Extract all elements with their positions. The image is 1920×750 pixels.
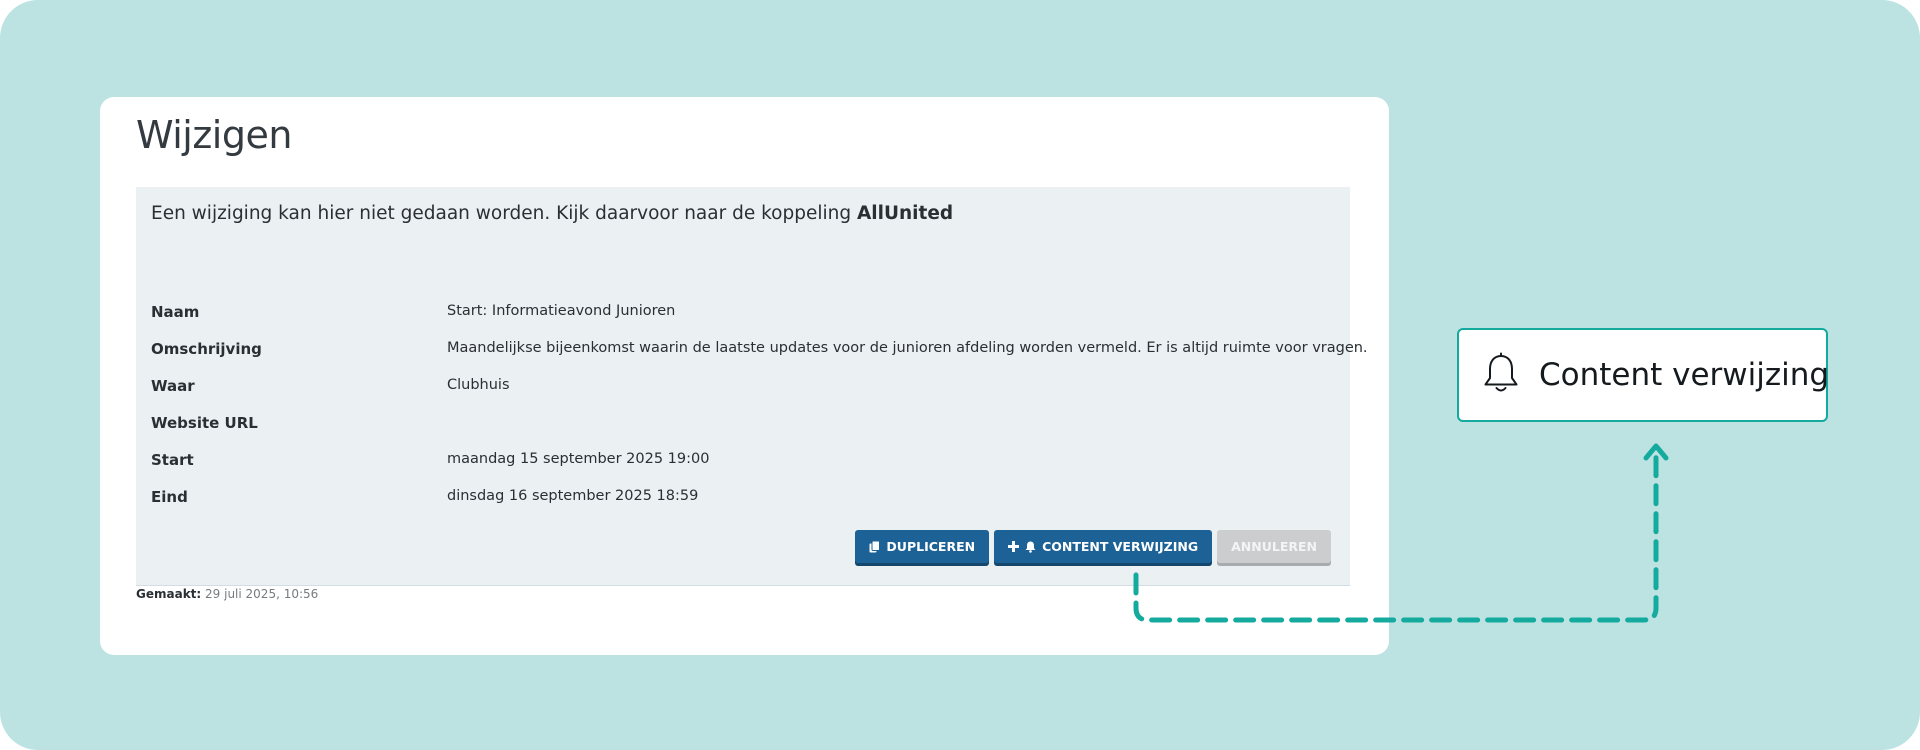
callout-label: Content verwijzing: [1539, 357, 1830, 393]
bell-icon: [1481, 352, 1521, 399]
content-reference-callout: Content verwijzing: [1457, 328, 1830, 422]
background-canvas: Wijzigen Een wijziging kan hier niet ged…: [0, 0, 1920, 750]
